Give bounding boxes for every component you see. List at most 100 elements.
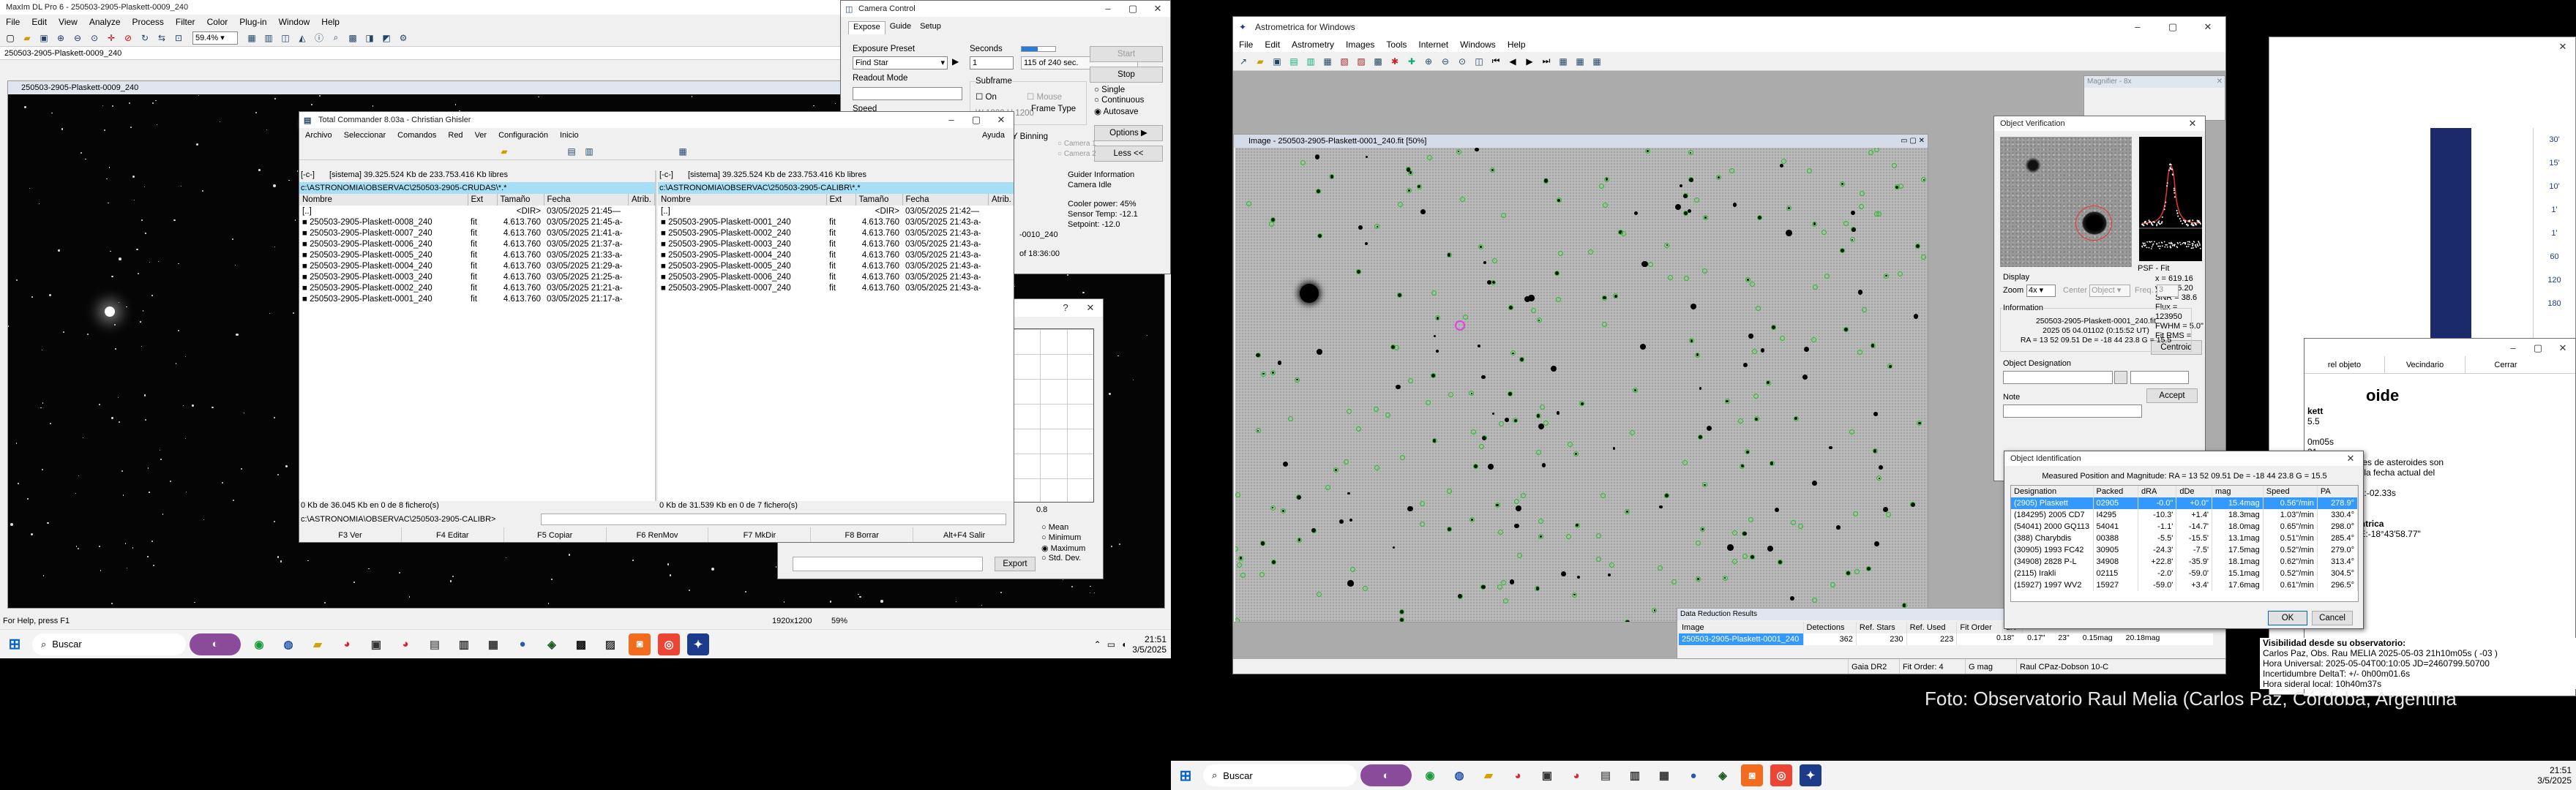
taskbar-app-green-icon[interactable]: ◉ <box>1419 764 1441 786</box>
drr-col-refused[interactable]: Ref. Used <box>1906 622 1958 633</box>
cancel-button[interactable]: Cancel <box>2312 611 2353 625</box>
magnifier-close-icon[interactable]: ✕ <box>2217 76 2223 88</box>
taskbar-date[interactable]: 3/5/2025 <box>1132 644 1167 655</box>
taskbar-app-a-icon[interactable]: ▣ <box>1536 764 1558 786</box>
astro-zoom-in-icon[interactable]: ⊕ <box>1421 54 1436 69</box>
taskbar-app-orange-icon[interactable]: ◙ <box>629 633 651 655</box>
subframe-on[interactable]: ☐ On <box>976 91 997 102</box>
file-row[interactable]: ■ 250503-2905-Plaskett-0001_240 fit 4.613.… <box>658 217 1014 227</box>
objid-row[interactable]: (184295) 2005 CD7 I4295 -10.3' +1.4' 18.3mag… <box>2011 509 2358 521</box>
taskbar-widget-icon[interactable]: ◐ <box>1360 764 1412 786</box>
camera-icon[interactable]: ◫ <box>278 31 293 45</box>
col-ext[interactable]: Ext <box>468 194 498 206</box>
doc-tab[interactable]: 250503-2905-Plaskett-0009_240 <box>4 49 121 58</box>
seconds-input[interactable]: 1 <box>970 56 1014 69</box>
stddev-radio[interactable]: ○ Std. Dev. <box>1041 554 1081 563</box>
file-row[interactable]: ■ 250503-2905-Plaskett-0003_240 fit 4.613.… <box>658 238 1014 249</box>
taskbar-time[interactable]: 21:51 <box>1132 634 1167 644</box>
menu-color[interactable]: Color <box>201 17 234 27</box>
taskbar-app-red-icon[interactable]: ◎ <box>658 633 680 655</box>
f3-button[interactable]: F3 Ver <box>299 527 402 542</box>
astro-menu-internet[interactable]: Internet <box>1412 40 1454 50</box>
left-drive[interactable]: [-c-] <box>301 170 315 182</box>
taskbar-app-h-icon[interactable]: ▨ <box>599 633 621 655</box>
autosave-radio[interactable]: ◉ Autosave <box>1094 106 1139 116</box>
astro-color-icon[interactable]: ✱ <box>1388 54 1402 69</box>
menu-window[interactable]: Window <box>273 17 316 27</box>
zoom-select[interactable]: 4x ▾ <box>2026 285 2056 297</box>
astro-zoom-fit-icon[interactable]: ⊙ <box>1455 54 1469 69</box>
objid-row[interactable]: (34908) 2828 P-L 34908 +22.8' -35.9' 18.1mag… <box>2011 556 2358 568</box>
telescope-icon[interactable]: ◭ <box>295 31 310 45</box>
menu-analyze[interactable]: Analyze <box>83 17 127 27</box>
tc-left-path[interactable]: c:\ASTRONOMIA\OBSERVAC\250503-2905-CRUDA… <box>299 182 655 194</box>
windows-start-icon[interactable]: ⊞ <box>4 633 26 655</box>
objid-row[interactable]: (54041) 2000 GQ113 54041 -1.1' -14.7' 18.0ma… <box>2011 521 2358 533</box>
drr-col-fitorder[interactable]: Fit Order <box>1956 622 2003 633</box>
stop-button[interactable]: Stop <box>1090 67 1163 83</box>
camera-radio-2[interactable]: ○ Camera 2 <box>1057 150 1096 158</box>
astro-grid2-icon[interactable]: ▦ <box>1573 54 1587 69</box>
tray-speaker-icon[interactable]: ◖ <box>1121 639 1126 650</box>
file-row[interactable]: ■ 250503-2905-Plaskett-0008_240 fit 4.613.… <box>299 217 655 227</box>
designation-picker[interactable] <box>2114 371 2127 384</box>
file-row[interactable]: ■ 250503-2905-Plaskett-0005_240 fit 4.613.… <box>299 249 655 260</box>
tc-menu-comandos[interactable]: Comandos <box>392 131 442 140</box>
tab-cerrar[interactable]: Cerrar <box>2465 356 2546 373</box>
taskbar-app-c-icon[interactable]: ▥ <box>453 633 475 655</box>
taskbar-folder-icon[interactable]: ▰ <box>1478 764 1499 786</box>
menu-view[interactable]: View <box>53 17 83 27</box>
objid-row[interactable]: (2115) Irakli 02115 -2.0' -59.0' 15.1mag 0.52… <box>2011 568 2358 579</box>
preset-select[interactable]: Find Star ▾ <box>853 56 948 69</box>
stretch-icon[interactable]: ▦ <box>244 31 259 45</box>
col-size[interactable]: Tamaño <box>855 194 903 206</box>
taskbar-widget-icon[interactable]: ◐ <box>190 633 241 655</box>
tray-chevron-icon[interactable]: ⌃ <box>1094 639 1101 650</box>
col-ext[interactable]: Ext <box>826 194 856 206</box>
astro-menu-file[interactable]: File <box>1233 40 1259 50</box>
taskbar-app-f-icon[interactable]: ◈ <box>1712 764 1734 786</box>
f4-button[interactable]: F4 Editar <box>402 527 504 542</box>
col-name[interactable]: Nombre <box>658 194 827 206</box>
export-button[interactable]: Export <box>995 557 1036 571</box>
taskbar-app-g-icon[interactable]: ▩ <box>570 633 592 655</box>
less-button[interactable]: Less << <box>1094 146 1163 162</box>
objid-row[interactable]: (15927) 1997 WV2 15927 -59.0' +3.4' 17.6mag 0… <box>2011 579 2358 591</box>
layers-icon[interactable]: ◨ <box>362 31 377 45</box>
objver-close-icon[interactable]: ✕ <box>2180 116 2205 131</box>
taskbar-folder-icon[interactable]: ▰ <box>307 633 329 655</box>
taskbar-app-e-icon[interactable]: ● <box>1682 764 1704 786</box>
target-asteroid-marker[interactable] <box>1455 320 1465 331</box>
histogram-icon[interactable]: ▥ <box>261 31 276 45</box>
file-row[interactable]: [..] <DIR> 03/05/2025 21:42— <box>658 206 1014 217</box>
objid-col-dra[interactable]: dRA <box>2138 486 2177 497</box>
file-row[interactable]: ■ 250503-2905-Plaskett-0001_240 fit 4.613.… <box>299 293 655 304</box>
taskbar-app-e-icon[interactable]: ● <box>512 633 533 655</box>
flip-icon[interactable]: ⇆ <box>154 31 169 45</box>
f6-button[interactable]: F6 RenMov <box>607 527 709 542</box>
tc-menu-inicio[interactable]: Inicio <box>554 131 585 140</box>
taskbar-app-b-icon[interactable]: ▤ <box>424 633 446 655</box>
calibrate-icon[interactable]: ◩ <box>379 31 394 45</box>
astro-open-icon[interactable]: ▰ <box>1253 54 1268 69</box>
accept-button[interactable]: Accept <box>2146 388 2198 403</box>
objid-row[interactable]: (30905) 1993 FC42 30905 -24.3' -7.5' 17.5mag… <box>2011 544 2358 556</box>
freq-input[interactable]: 3 <box>2157 285 2179 297</box>
taskbar-app-d-icon[interactable]: ▦ <box>482 633 504 655</box>
objid-col-designation[interactable]: Designation <box>2011 486 2094 497</box>
taskbar-app-d-icon[interactable]: ▦ <box>1653 764 1675 786</box>
astro-flat-icon[interactable]: ▥ <box>1303 54 1318 69</box>
astro-blink-icon[interactable]: ▦ <box>1320 54 1335 69</box>
astro-menu-astrometry[interactable]: Astrometry <box>1286 40 1340 50</box>
zoom-select[interactable]: 59.4% ▾ <box>192 31 238 45</box>
designation-input-2[interactable] <box>2130 371 2189 384</box>
tc-network-icon[interactable]: ▦ <box>675 144 690 159</box>
info-icon[interactable]: ⓘ <box>312 31 326 45</box>
astro-marker-icon[interactable]: ✚ <box>1404 54 1419 69</box>
taskbar-search[interactable]: ⌕ Buscar <box>1203 764 1357 786</box>
objid-col-dde[interactable]: dDe <box>2176 486 2213 497</box>
astro-dark-icon[interactable]: ▤ <box>1287 54 1301 69</box>
play-icon[interactable]: ▶ <box>952 56 959 67</box>
astro-new-icon[interactable]: ↗ <box>1236 54 1251 69</box>
designation-input[interactable] <box>2003 371 2113 384</box>
